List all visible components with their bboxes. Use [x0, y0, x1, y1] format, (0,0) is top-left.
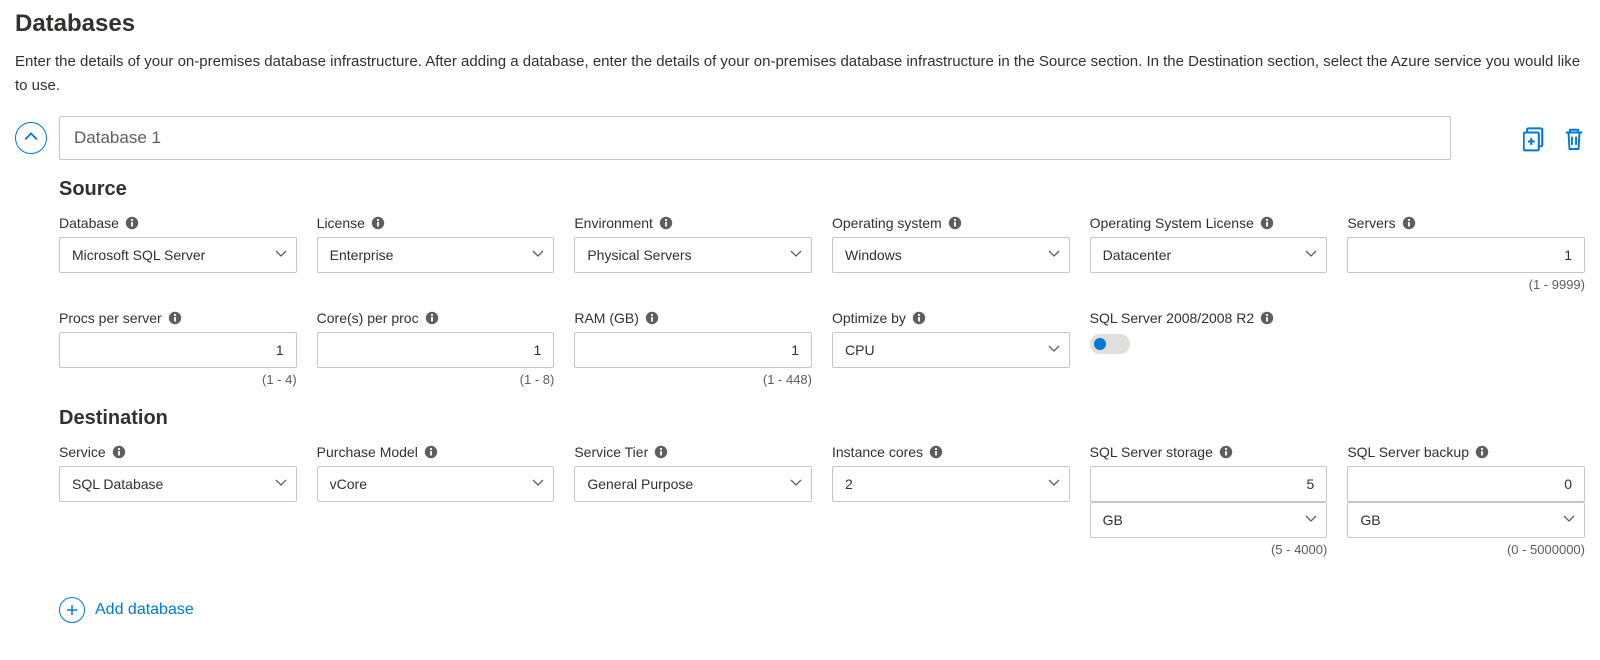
field-os: Operating system Windows [832, 215, 1070, 292]
os-select[interactable]: Windows [832, 237, 1070, 273]
database-select[interactable]: Microsoft SQL Server [59, 237, 297, 273]
field-tier: Service Tier General Purpose [574, 444, 812, 557]
field-cores-src: Core(s) per proc (1 - 8) [317, 310, 555, 387]
page-title: Databases [15, 10, 1585, 38]
backup-unit-select[interactable]: GB [1347, 502, 1585, 538]
info-icon[interactable] [912, 311, 926, 325]
storage-hint: (5 - 4000) [1090, 542, 1328, 557]
field-sql2008: SQL Server 2008/2008 R2 [1090, 310, 1328, 387]
procs-input[interactable] [59, 332, 297, 368]
duplicate-icon[interactable] [1523, 127, 1545, 149]
ram-hint: (1 - 448) [574, 372, 812, 387]
info-icon[interactable] [645, 311, 659, 325]
service-select[interactable]: SQL Database [59, 466, 297, 502]
info-icon[interactable] [112, 445, 126, 459]
field-ram: RAM (GB) (1 - 448) [574, 310, 812, 387]
info-icon[interactable] [1260, 311, 1274, 325]
add-database-label: Add database [95, 601, 194, 619]
field-environment: Environment Physical Servers [574, 215, 812, 292]
field-license: License Enterprise [317, 215, 555, 292]
info-icon[interactable] [1260, 216, 1274, 230]
info-icon[interactable] [1219, 445, 1233, 459]
info-icon[interactable] [125, 216, 139, 230]
storage-unit-select[interactable]: GB [1090, 502, 1328, 538]
sql2008-toggle[interactable] [1090, 334, 1130, 354]
info-icon[interactable] [654, 445, 668, 459]
field-purchase: Purchase Model vCore [317, 444, 555, 557]
info-icon[interactable] [168, 311, 182, 325]
instance-cores-select[interactable]: 2 [832, 466, 1070, 502]
info-icon[interactable] [948, 216, 962, 230]
chevron-up-icon [24, 130, 38, 147]
info-icon[interactable] [1402, 216, 1416, 230]
field-backup: SQL Server backup GB (0 - 5000000) [1347, 444, 1585, 557]
cores-hint: (1 - 8) [317, 372, 555, 387]
info-icon[interactable] [425, 311, 439, 325]
info-icon[interactable] [424, 445, 438, 459]
backup-input[interactable] [1347, 466, 1585, 502]
plus-icon [59, 597, 85, 623]
page-description: Enter the details of your on-premises da… [15, 50, 1585, 98]
collapse-button[interactable] [15, 122, 47, 154]
field-servers: Servers (1 - 9999) [1347, 215, 1585, 292]
servers-hint: (1 - 9999) [1347, 277, 1585, 292]
database-name-input[interactable] [59, 116, 1451, 160]
procs-hint: (1 - 4) [59, 372, 297, 387]
cores-input[interactable] [317, 332, 555, 368]
field-storage: SQL Server storage GB (5 - 4000) [1090, 444, 1328, 557]
purchase-select[interactable]: vCore [317, 466, 555, 502]
tier-select[interactable]: General Purpose [574, 466, 812, 502]
info-icon[interactable] [659, 216, 673, 230]
field-service: Service SQL Database [59, 444, 297, 557]
trash-icon[interactable] [1563, 127, 1585, 149]
destination-section-title: Destination [59, 407, 1585, 430]
ram-input[interactable] [574, 332, 812, 368]
source-section-title: Source [59, 178, 1585, 201]
backup-hint: (0 - 5000000) [1347, 542, 1585, 557]
field-optimize: Optimize by CPU [832, 310, 1070, 387]
info-icon[interactable] [371, 216, 385, 230]
os-license-select[interactable]: Datacenter [1090, 237, 1328, 273]
add-database-button[interactable]: Add database [59, 597, 194, 623]
info-icon[interactable] [1475, 445, 1489, 459]
field-os-license: Operating System License Datacenter [1090, 215, 1328, 292]
storage-input[interactable] [1090, 466, 1328, 502]
info-icon[interactable] [929, 445, 943, 459]
field-database: Database Microsoft SQL Server [59, 215, 297, 292]
environment-select[interactable]: Physical Servers [574, 237, 812, 273]
field-procs: Procs per server (1 - 4) [59, 310, 297, 387]
servers-input[interactable] [1347, 237, 1585, 273]
license-select[interactable]: Enterprise [317, 237, 555, 273]
field-instance-cores: Instance cores 2 [832, 444, 1070, 557]
optimize-select[interactable]: CPU [832, 332, 1070, 368]
